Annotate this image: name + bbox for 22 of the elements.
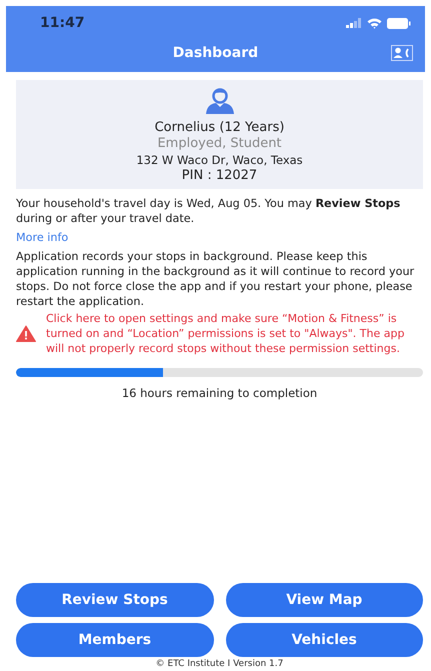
battery-icon: [387, 18, 411, 28]
progress-label: 16 hours remaining to completion: [122, 386, 318, 400]
action-button[interactable]: Review Stops: [16, 583, 214, 617]
member-address: 132 W Waco Dr, Waco, Texas: [136, 152, 303, 168]
more-info-link[interactable]: More info: [16, 230, 68, 245]
member-roles: Employed, Student: [157, 136, 282, 152]
screen-title: Dashboard: [172, 45, 258, 61]
action-button[interactable]: View Map: [226, 583, 423, 617]
action-button[interactable]: Members: [16, 623, 214, 657]
wifi-icon: [367, 18, 382, 28]
travel-day-text: Your household's travel day is Wed, Aug 05. You may Review Stops during or after your travel date.: [16, 196, 402, 226]
action-button[interactable]: Vehicles: [226, 623, 423, 657]
background-note: Application records your stops in background. Please keep this application running in the background as it will continue to record your stops. Do not force close the app and if you restart your phone, please restart the application.: [16, 249, 416, 309]
permission-warning-link[interactable]: Click here to open settings and make sure “Motion & Fitness” is turned on and “Location” permissions is set to "Always". The app will not properly record stops without these permission settings.: [46, 311, 423, 356]
version-footer: © ETC Institute I Version 1.7: [156, 659, 284, 669]
signal-icon: [346, 18, 362, 28]
warning-icon[interactable]: [16, 325, 36, 342]
person-icon: [204, 88, 234, 114]
status-time: 11:47: [40, 15, 85, 31]
member-name: Cornelius (12 Years): [154, 120, 284, 136]
member-pin: PIN : 12027: [182, 168, 258, 184]
contact-icon[interactable]: [390, 45, 413, 61]
